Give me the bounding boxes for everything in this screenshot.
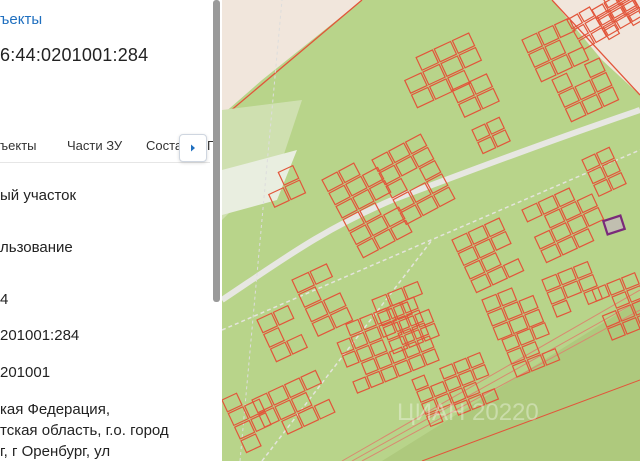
field-cadastral-quarter: 201001 xyxy=(0,364,51,381)
field-address-line-2: тская область, г.о. город xyxy=(0,422,169,439)
tab-objects[interactable]: ъекты xyxy=(0,138,37,153)
tab-composition[interactable]: Соста xyxy=(146,138,182,153)
map-canvas[interactable]: ЦИАН 20220 xyxy=(222,0,640,461)
cadastral-number: 6:44:0201001:284 xyxy=(0,45,149,65)
panel-scrollbar[interactable] xyxy=(213,0,220,302)
field-address-line-3: г, г Оренбург, ул xyxy=(0,443,111,460)
tabs-next-button[interactable] xyxy=(179,134,207,162)
field-cadastral-number: 201001:284 xyxy=(0,327,80,344)
field-address-line-1: кая Федерация, xyxy=(0,401,110,418)
objects-link[interactable]: ъекты xyxy=(0,11,42,28)
map-watermark: ЦИАН 20220 xyxy=(397,399,539,426)
tabs-divider xyxy=(0,162,210,163)
chevron-right-icon xyxy=(191,144,195,152)
field-status: 4 xyxy=(0,291,9,308)
field-permitted-use: льзование xyxy=(0,239,73,256)
info-panel: ъекты 6:44:0201001:284 ъекты Части ЗУ Со… xyxy=(0,0,222,461)
cadastral-map[interactable]: ЦИАН 20220 xyxy=(222,0,640,461)
tab-parts[interactable]: Части ЗУ xyxy=(67,138,122,153)
field-object-type: ый участок xyxy=(0,187,77,204)
